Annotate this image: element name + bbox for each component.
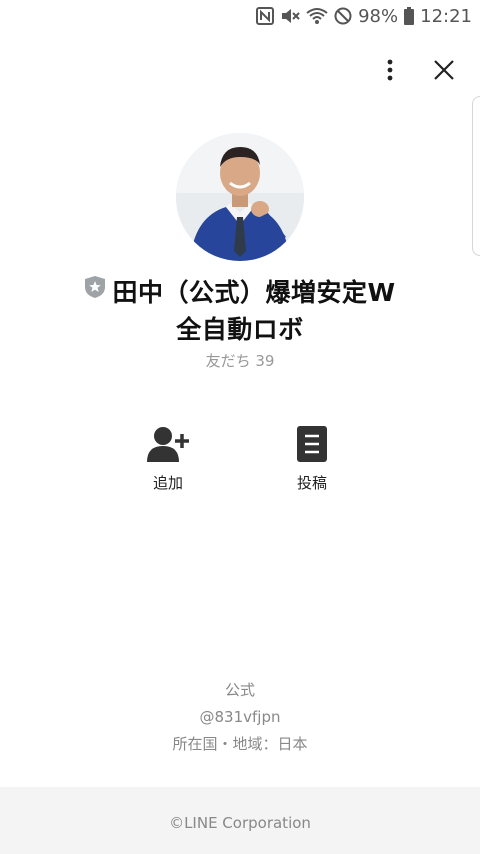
copyright-text: ©LINE Corporation (169, 813, 311, 832)
profile-actions: 追加 投稿 (0, 424, 480, 494)
account-region: 所在国・地域：日本 (172, 735, 308, 753)
wifi-icon (306, 7, 328, 25)
top-actions (372, 52, 480, 88)
friends-count[interactable]: 友だち 39 (0, 350, 480, 371)
close-icon[interactable] (426, 52, 462, 88)
profile-header: 田中（公式）爆増安定W 全自動ロボ 友だち 39 (0, 275, 480, 371)
footer: ©LINE Corporation (0, 787, 480, 854)
official-shield-icon (84, 275, 106, 299)
status-bar: 98% 12:21 (0, 0, 480, 32)
do-not-disturb-icon (334, 7, 352, 25)
posts-button[interactable]: 投稿 (267, 424, 357, 493)
posts-icon (267, 424, 357, 464)
clock: 12:21 (420, 5, 472, 27)
add-friend-label: 追加 (152, 474, 183, 492)
battery-percent: 98% (358, 5, 399, 27)
side-drawer-handle[interactable] (472, 96, 480, 256)
profile-name-line1: 田中（公式）爆増安定W (112, 278, 396, 307)
profile-name-line2: 全自動ロボ (176, 314, 304, 344)
account-type: 公式 (224, 681, 255, 699)
add-friend-button[interactable]: 追加 (123, 424, 213, 493)
nfc-icon (256, 7, 275, 25)
profile-name: 田中（公式）爆増安定W 全自動ロボ (0, 275, 480, 346)
account-info: 公式 @831vfjpn 所在国・地域：日本 (0, 677, 480, 758)
battery-icon (404, 7, 415, 25)
mute-icon (280, 7, 300, 25)
profile-screen: 98% 12:21 田中（公式）爆増安定W 全自動ロボ 友だち 39 追加 投稿… (0, 0, 480, 854)
posts-label: 投稿 (296, 474, 327, 492)
add-friend-icon (123, 424, 213, 464)
more-options-icon[interactable] (372, 52, 408, 88)
account-id: @831vfjpn (199, 708, 281, 726)
profile-avatar[interactable] (176, 133, 304, 261)
